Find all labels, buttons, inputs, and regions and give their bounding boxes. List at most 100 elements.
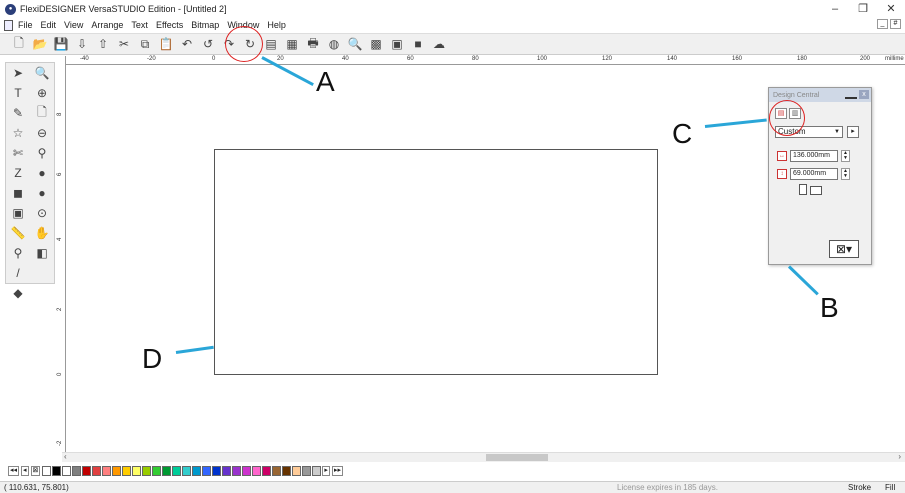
zoom-out-icon[interactable]: ⊖	[32, 125, 52, 141]
no-color-swatch[interactable]: ⊠	[30, 466, 41, 476]
page-options-button[interactable]: ▸	[847, 126, 859, 138]
fill-tool-icon[interactable]: ◆	[8, 285, 28, 301]
menu-help[interactable]: Help	[267, 20, 286, 30]
color-swatch[interactable]	[302, 466, 312, 476]
fill-indicator[interactable]: Fill	[885, 483, 895, 492]
color-swatch[interactable]	[162, 466, 172, 476]
cloud-icon[interactable]: ☁	[430, 35, 448, 53]
color-swatch[interactable]	[142, 466, 152, 476]
maximize-button[interactable]: ❐	[849, 0, 877, 18]
color-swatch[interactable]	[202, 466, 212, 476]
color-swatch[interactable]	[152, 466, 162, 476]
cut-icon[interactable]: ✂	[115, 35, 133, 53]
frame-tool-icon[interactable]: ▣	[8, 205, 28, 221]
select-tool-icon[interactable]: ➤	[8, 65, 28, 81]
color-swatch[interactable]	[262, 466, 272, 476]
page-shape-button[interactable]: ⊠▾	[829, 240, 859, 258]
color-swatch[interactable]	[132, 466, 142, 476]
knife-tool-icon[interactable]: ✄	[8, 145, 28, 161]
document-icon[interactable]	[4, 19, 13, 31]
panel-close-button[interactable]: x	[859, 90, 869, 99]
menu-effects[interactable]: Effects	[156, 20, 183, 30]
color-swatch[interactable]	[312, 466, 322, 476]
print-icon[interactable]: 🖶	[304, 35, 322, 53]
zoom-width-icon[interactable]: ●	[32, 185, 52, 201]
z-tool-icon[interactable]: Z	[8, 165, 28, 181]
zoom-page-icon[interactable]: 🗋	[32, 105, 52, 121]
horizontal-scrollbar[interactable]: ‹ ›	[62, 452, 905, 462]
color-swatch[interactable]	[62, 466, 72, 476]
color-swatch[interactable]	[72, 466, 82, 476]
menu-view[interactable]: View	[64, 20, 83, 30]
export-icon[interactable]: ⇧	[94, 35, 112, 53]
menu-edit[interactable]: Edit	[41, 20, 57, 30]
height-field[interactable]: 69.000mm	[790, 168, 838, 180]
gray-swatch-icon[interactable]: ■	[409, 35, 427, 53]
eyedropper-tool-icon[interactable]: ⚲	[8, 245, 28, 261]
mdi-restore-button[interactable]: #	[890, 19, 901, 29]
color-settings-icon[interactable]: ◍	[325, 35, 343, 53]
color-swatch[interactable]	[282, 466, 292, 476]
menu-arrange[interactable]: Arrange	[91, 20, 123, 30]
color-swatch[interactable]	[122, 466, 132, 476]
star-tool-icon[interactable]: ☆	[8, 125, 28, 141]
color-swatch-icon[interactable]: ▣	[388, 35, 406, 53]
palette-next-icon[interactable]: ▸	[322, 466, 330, 476]
landscape-button[interactable]	[810, 186, 822, 195]
undo-list-icon[interactable]: ↺	[199, 35, 217, 53]
palette-prev-icon[interactable]: ◂	[21, 466, 29, 476]
save-icon[interactable]: 💾	[52, 35, 70, 53]
zoom-tool-icon[interactable]: 🔍	[32, 65, 52, 81]
stroke-indicator[interactable]: Stroke	[848, 483, 871, 492]
color-swatch[interactable]	[92, 466, 102, 476]
minimize-button[interactable]: –	[821, 0, 849, 18]
color-swatch[interactable]	[242, 466, 252, 476]
zoom-icon[interactable]: 🔍	[346, 35, 364, 53]
menu-text[interactable]: Text	[131, 20, 148, 30]
color-swatch[interactable]	[192, 466, 202, 476]
mdi-minimize-button[interactable]: _	[877, 19, 888, 29]
color-swatch[interactable]	[232, 466, 242, 476]
menu-file[interactable]: File	[18, 20, 33, 30]
scrollbar-thumb[interactable]	[486, 454, 548, 461]
color-swatch[interactable]	[252, 466, 262, 476]
page-area[interactable]	[214, 149, 658, 375]
zoom-all-icon[interactable]: ●	[32, 165, 52, 181]
zoom-selected-icon[interactable]: ⚲	[32, 145, 52, 161]
color-swatch[interactable]	[42, 466, 52, 476]
scroll-left-icon[interactable]: ‹	[64, 452, 67, 461]
page-tool-icon[interactable]: ◧	[32, 245, 52, 261]
palette-last-icon[interactable]: ▸▸	[331, 466, 343, 476]
production-manager-icon[interactable]: ▦	[283, 35, 301, 53]
pan-hand-icon[interactable]: ✋	[32, 225, 52, 241]
panel-minimize-button[interactable]	[845, 90, 857, 99]
zoom-fit-icon[interactable]: ⊙	[32, 205, 52, 221]
color-swatch[interactable]	[112, 466, 122, 476]
menu-bitmap[interactable]: Bitmap	[191, 20, 219, 30]
width-stepper[interactable]: ▲ ▼	[841, 150, 850, 162]
color-swatch[interactable]	[222, 466, 232, 476]
color-palette-icon[interactable]: ▩	[367, 35, 385, 53]
color-swatch[interactable]	[52, 466, 62, 476]
palette-first-icon[interactable]: ◂◂	[8, 466, 20, 476]
height-stepper[interactable]: ▲ ▼	[841, 168, 850, 180]
undo-icon[interactable]: ↶	[178, 35, 196, 53]
measure-tool-icon[interactable]: 📏	[8, 225, 28, 241]
import-icon[interactable]: ⇩	[73, 35, 91, 53]
new-document-icon[interactable]: 🗋	[10, 35, 28, 53]
color-swatch[interactable]	[182, 466, 192, 476]
zoom-in-icon[interactable]: ⊕	[32, 85, 52, 101]
width-field[interactable]: 136.000mm	[790, 150, 838, 162]
open-icon[interactable]: 📂	[31, 35, 49, 53]
text-tool-icon[interactable]: T	[8, 85, 28, 101]
color-swatch[interactable]	[172, 466, 182, 476]
close-button[interactable]: ✕	[877, 0, 905, 18]
color-swatch[interactable]	[292, 466, 302, 476]
paste-icon[interactable]: 📋	[157, 35, 175, 53]
color-swatch[interactable]	[272, 466, 282, 476]
pen-tool-icon[interactable]: /	[8, 265, 28, 281]
shape-fill-tool-icon[interactable]: ◼	[8, 185, 28, 201]
copy-icon[interactable]: ⧉	[136, 35, 154, 53]
design-central-icon[interactable]: ▤	[262, 35, 280, 53]
portrait-button[interactable]	[799, 184, 807, 195]
